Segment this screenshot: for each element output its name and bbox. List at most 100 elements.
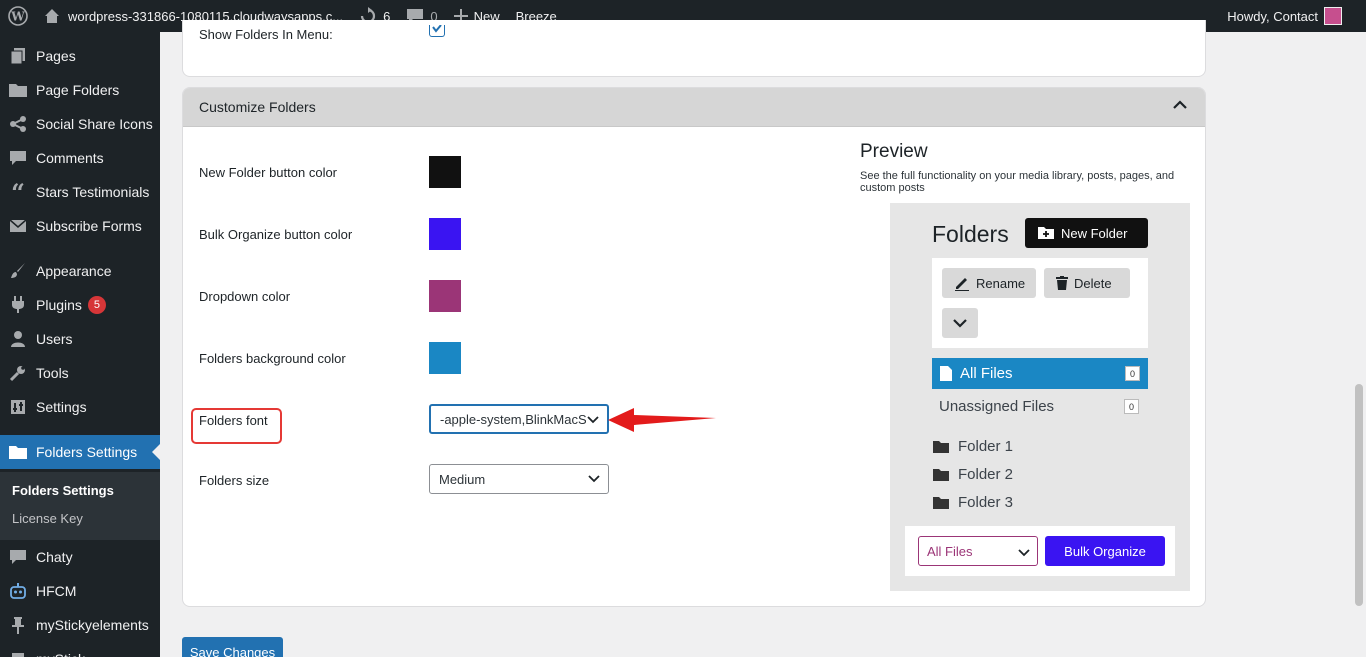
pages-icon: [0, 47, 36, 65]
preview-title: Preview: [860, 141, 928, 162]
folders-preview: Folders New Folder Rename Delete All Fil…: [890, 203, 1190, 591]
dropdown-color-swatch[interactable]: [429, 280, 461, 312]
bulk-organize-label: Bulk Organize: [1064, 543, 1146, 559]
size-select-value: Medium: [439, 471, 486, 487]
folder-label: Folder 2: [958, 466, 1014, 483]
update-count-badge: 5: [87, 296, 106, 314]
red-arrow-annotation: [608, 408, 716, 432]
home-icon: [45, 9, 59, 23]
all-files-count: 0: [1125, 366, 1140, 381]
folders-size-select[interactable]: Medium: [429, 464, 609, 494]
dropdown-value: All Files: [927, 543, 973, 559]
panel-title: Customize Folders: [199, 99, 316, 115]
sidebar-item-subscribe-forms[interactable]: Subscribe Forms: [0, 209, 160, 243]
background-color-label: Folders background color: [199, 351, 346, 366]
save-changes-button[interactable]: Save Changes: [182, 637, 283, 657]
wordpress-logo-icon[interactable]: W: [0, 0, 36, 32]
preview-delete-button[interactable]: Delete: [1044, 268, 1130, 298]
preview-filter-dropdown[interactable]: All Files: [918, 536, 1038, 566]
sidebar-item-label: Comments: [36, 150, 104, 166]
sidebar-item-tools[interactable]: Tools: [0, 356, 160, 390]
pencil-icon: [955, 278, 969, 291]
folders-font-label: Folders font: [199, 413, 268, 428]
sidebar-item-label: Folders Settings: [36, 444, 138, 460]
page-scrollbar[interactable]: [1355, 384, 1363, 606]
submenu-license-key[interactable]: License Key: [12, 511, 83, 526]
new-folder-label: New Folder: [1061, 225, 1128, 241]
sidebar-item-appearance[interactable]: Appearance: [0, 254, 160, 288]
sidebar-item-partial[interactable]: myStick: [0, 642, 160, 657]
save-label: Save Changes: [189, 644, 276, 657]
preview-description: See the full functionality on your media…: [860, 170, 1175, 194]
customize-folders-panel: Customize Folders New Folder button colo…: [182, 87, 1206, 607]
all-files-label: All Files: [960, 365, 1013, 382]
sidebar-item-users[interactable]: Users: [0, 322, 160, 356]
sidebar-item-label: Social Share Icons: [36, 116, 153, 132]
bulk-organize-color-label: Bulk Organize button color: [199, 227, 353, 242]
sidebar-item-page-folders[interactable]: Page Folders: [0, 73, 160, 107]
chat-icon: [0, 549, 36, 565]
sidebar-item-pages[interactable]: Pages: [0, 39, 160, 73]
customize-folders-header[interactable]: Customize Folders: [183, 88, 1205, 127]
bulk-organize-color-swatch[interactable]: [429, 218, 461, 250]
sidebar-item-label: myStick: [36, 651, 85, 657]
brush-icon: [0, 262, 36, 280]
delete-label: Delete: [1074, 275, 1112, 291]
sidebar-item-hfcm[interactable]: HFCM: [0, 574, 160, 608]
chevron-down-icon: [587, 414, 599, 424]
sidebar-item-stars-testimonials[interactable]: “ Stars Testimonials: [0, 175, 160, 209]
folder-icon: [933, 496, 949, 509]
chevron-down-icon: [588, 475, 600, 483]
show-folders-checkbox[interactable]: [429, 25, 445, 37]
sidebar-item-label: Users: [36, 331, 73, 347]
sidebar-item-social-share-icons[interactable]: Social Share Icons: [0, 107, 160, 141]
folders-font-select[interactable]: -apple-system,BlinkMacSystemFont: [429, 404, 609, 434]
sidebar-item-label: Chaty: [36, 549, 73, 565]
svg-text:W: W: [10, 10, 25, 24]
sidebar-item-plugins[interactable]: Plugins 5: [0, 288, 160, 322]
font-select-value: -apple-system,BlinkMacSystemFont: [440, 411, 586, 427]
sidebar-item-label: Tools: [36, 365, 69, 381]
sidebar-item-chaty[interactable]: Chaty: [0, 540, 160, 574]
preview-toolbar: Rename Delete: [932, 258, 1148, 348]
preview-bulk-organize-button[interactable]: Bulk Organize: [1045, 536, 1165, 566]
sidebar-item-label: Plugins: [36, 297, 82, 313]
rename-label: Rename: [976, 275, 1026, 291]
my-account-link[interactable]: Howdy, Contact: [1227, 0, 1342, 32]
preview-bulk-bar: All Files Bulk Organize: [905, 526, 1175, 576]
preview-new-folder-button[interactable]: New Folder: [1025, 218, 1148, 248]
sidebar-item-mystickyelements[interactable]: myStickyelements: [0, 608, 160, 642]
dropdown-color-label: Dropdown color: [199, 289, 291, 304]
sidebar-item-folders-settings[interactable]: Folders Settings: [0, 435, 160, 469]
background-color-swatch[interactable]: [429, 342, 461, 374]
sidebar-item-label: Subscribe Forms: [36, 218, 142, 234]
quote-icon: “: [11, 177, 25, 207]
preview-unassigned-files[interactable]: Unassigned Files: [939, 398, 1054, 415]
folder-label: Folder 1: [958, 438, 1014, 455]
robot-icon: [0, 582, 36, 600]
sidebar-item-label: Pages: [36, 48, 76, 64]
unassigned-count: 0: [1124, 399, 1139, 414]
preview-folder-item[interactable]: Folder 2: [932, 466, 1013, 483]
folder-label: Folder 3: [958, 494, 1014, 511]
preview-folder-item[interactable]: Folder 3: [932, 494, 1013, 511]
sidebar-item-settings[interactable]: Settings: [0, 390, 160, 424]
menu-icon: [0, 651, 36, 657]
submenu-folders-settings[interactable]: Folders Settings: [12, 483, 114, 498]
folder-icon: [0, 444, 36, 460]
plugin-icon: [0, 296, 36, 314]
active-indicator: [152, 444, 160, 460]
comment-icon: [0, 150, 36, 166]
folder-icon: [0, 82, 36, 98]
chevron-up-icon[interactable]: [1173, 100, 1187, 110]
mail-icon: [0, 219, 36, 233]
preview-more-button[interactable]: [942, 308, 978, 338]
folders-size-label: Folders size: [199, 473, 270, 488]
new-folder-color-swatch[interactable]: [429, 156, 461, 188]
sidebar-item-label: HFCM: [36, 583, 77, 599]
preview-folder-item[interactable]: Folder 1: [932, 438, 1013, 455]
sidebar-item-comments[interactable]: Comments: [0, 141, 160, 175]
preview-rename-button[interactable]: Rename: [942, 268, 1036, 298]
settings-icon: [0, 399, 36, 415]
preview-all-files[interactable]: All Files 0: [932, 358, 1148, 389]
